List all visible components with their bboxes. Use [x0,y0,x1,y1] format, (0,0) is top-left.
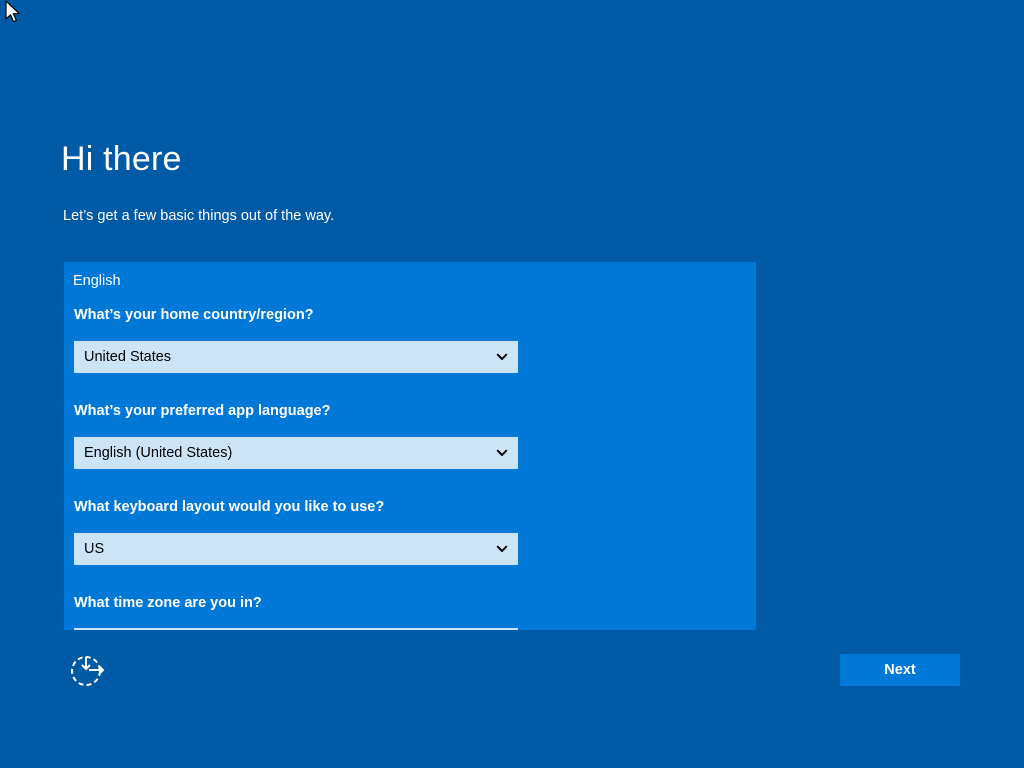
keyboard-layout-value: US [84,541,105,557]
next-button[interactable]: Next [840,654,960,686]
mouse-cursor-icon [5,0,20,23]
language-label: English [73,273,121,289]
app-language-value: English (United States) [84,445,233,461]
page-title: Hi there [61,140,182,178]
page-subtitle: Let’s get a few basic things out of the … [63,208,335,224]
time-zone-question: What time zone are you in? [74,595,262,611]
country-region-question: What’s your home country/region? [74,307,314,323]
ease-of-access-icon[interactable] [68,653,108,689]
chevron-down-icon [496,449,508,457]
chevron-down-icon [496,545,508,553]
app-language-dropdown[interactable]: English (United States) [74,437,518,469]
country-region-dropdown[interactable]: United States [74,341,518,373]
country-region-value: United States [84,349,172,365]
app-language-question: What’s your preferred app language? [74,403,331,419]
settings-panel: English What’s your home country/region?… [64,262,756,630]
chevron-down-icon [496,353,508,361]
keyboard-layout-question: What keyboard layout would you like to u… [74,499,385,515]
time-zone-dropdown[interactable] [74,628,518,630]
keyboard-layout-dropdown[interactable]: US [74,533,518,565]
